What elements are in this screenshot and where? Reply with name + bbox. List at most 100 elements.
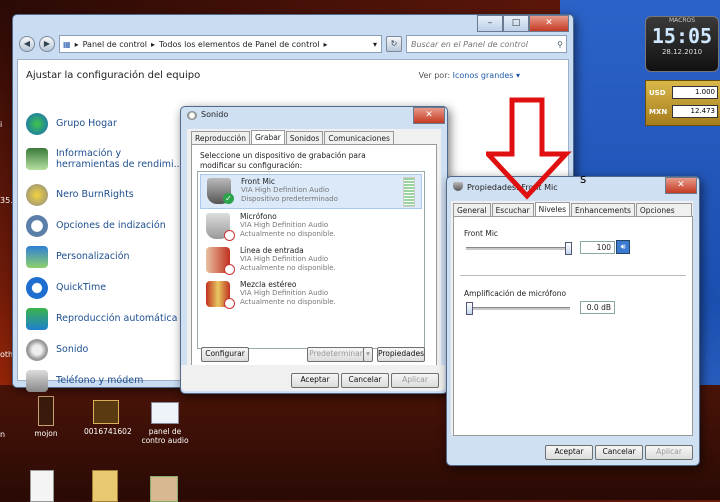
- view-value[interactable]: Iconos grandes: [453, 71, 514, 80]
- dialog-title: Sonido: [201, 110, 229, 119]
- archive-icon[interactable]: [150, 476, 178, 502]
- refresh-icon[interactable]: ↻: [386, 36, 402, 52]
- dropdown-icon[interactable]: ▾: [373, 40, 381, 49]
- list-item-telefono[interactable]: Teléfono y módem: [26, 365, 186, 396]
- configure-button[interactable]: Configurar: [201, 347, 249, 362]
- close-button[interactable]: ✕: [529, 15, 569, 32]
- close-button[interactable]: ✕: [413, 107, 445, 124]
- view-selector[interactable]: Ver por: Iconos grandes ▾: [419, 71, 520, 80]
- list-item-label: QuickTime: [56, 282, 107, 293]
- properties-button[interactable]: Propiedades: [377, 347, 425, 362]
- maximize-button[interactable]: □: [503, 15, 529, 32]
- list-item-sonido[interactable]: Sonido: [26, 334, 186, 365]
- device-status: Actualmente no disponible.: [240, 298, 336, 306]
- dialog-body: General Escuchar Niveles Enhancements Op…: [451, 201, 693, 436]
- window-controls: – □ ✕: [477, 15, 569, 32]
- currency-value[interactable]: 1.000: [672, 86, 718, 99]
- set-default-button[interactable]: Predeterminar: [307, 347, 365, 362]
- breadcrumb-item[interactable]: Panel de control: [83, 40, 147, 49]
- left-edge-fragment: i: [0, 120, 3, 129]
- back-button[interactable]: ◀: [19, 36, 35, 52]
- ok-button[interactable]: Aceptar: [291, 373, 339, 388]
- minimize-button[interactable]: –: [477, 15, 503, 32]
- currency-gadget[interactable]: USD 1.000 MXN 12.473: [645, 80, 720, 126]
- window-controls: ✕: [665, 177, 697, 194]
- clock-gadget[interactable]: MACROS 15:05 28.12.2010: [645, 16, 719, 72]
- ok-button[interactable]: Aceptar: [545, 445, 593, 460]
- close-button[interactable]: ✕: [665, 177, 697, 194]
- device-driver: VIA High Definition Audio: [240, 221, 329, 229]
- forward-button[interactable]: ▶: [39, 36, 55, 52]
- homegroup-icon: [26, 112, 48, 135]
- speaker-icon[interactable]: 🔊︎: [616, 240, 630, 254]
- currency-code: USD: [649, 88, 666, 97]
- desktop-icon-label: panel de contro audio: [141, 427, 189, 445]
- list-item-nero[interactable]: Nero BurnRights: [26, 179, 186, 210]
- boost-track[interactable]: [466, 307, 570, 310]
- sound-dialog[interactable]: Sonido ✕ Reproducción Grabar Sonidos Com…: [180, 106, 448, 394]
- apply-button[interactable]: Aplicar: [391, 373, 439, 388]
- address-row: ◀ ▶ ▦ ▸ Panel de control ▸ Todos los ele…: [19, 35, 567, 53]
- document-icon: [151, 402, 179, 424]
- front-mic-track[interactable]: [466, 247, 570, 250]
- list-item-quicktime[interactable]: QuickTime: [26, 272, 186, 303]
- currency-row: MXN 12.473: [649, 104, 718, 119]
- apply-button[interactable]: Aplicar: [645, 445, 693, 460]
- list-item-label: Teléfono y módem: [56, 375, 144, 386]
- breadcrumb-separator: ▸: [74, 39, 79, 49]
- device-status: Actualmente no disponible.: [240, 230, 336, 238]
- list-item-grupo-hogar[interactable]: Grupo Hogar: [26, 108, 186, 139]
- boost-value[interactable]: 0.0 dB: [580, 301, 615, 314]
- list-item-rendimiento[interactable]: Información y herramientas de rendimi...: [26, 139, 186, 179]
- currency-code: MXN: [649, 107, 668, 116]
- unavailable-icon: [224, 298, 235, 309]
- list-item-linea-entrada[interactable]: Línea de entrada VIA High Definition Aud…: [200, 244, 420, 277]
- cancel-button[interactable]: Cancelar: [595, 445, 643, 460]
- search-icon: ⚲: [557, 39, 563, 49]
- tab-sonidos[interactable]: Sonidos: [285, 131, 324, 145]
- device-list: ✓ Front Mic VIA High Definition Audio Di…: [197, 171, 425, 349]
- personalization-icon: [26, 245, 48, 268]
- boost-slider[interactable]: [466, 302, 473, 315]
- tab-reproduccion[interactable]: Reproducción: [191, 131, 250, 145]
- list-item-reproduccion[interactable]: Reproducción automática: [26, 303, 186, 334]
- desktop-icon-panel-audio[interactable]: panel de contro audio: [136, 402, 194, 445]
- desktop-icon-mojon[interactable]: mojon: [28, 396, 64, 438]
- list-item-indizacion[interactable]: Opciones de indización: [26, 210, 186, 241]
- list-item-front-mic[interactable]: ✓ Front Mic VIA High Definition Audio Di…: [200, 174, 422, 209]
- list-item-label: Personalización: [56, 251, 130, 262]
- window-controls: ✕: [413, 107, 445, 124]
- red-arrow-annotation: [486, 97, 572, 200]
- set-default-dropdown[interactable]: ▾: [363, 347, 373, 362]
- front-mic-slider[interactable]: [565, 242, 572, 255]
- list-item-label: Información y herramientas de rendimi...: [56, 148, 183, 170]
- folder-icon[interactable]: [92, 470, 118, 502]
- microphone-icon: [453, 182, 463, 191]
- chevron-down-icon: ▾: [515, 71, 520, 80]
- unavailable-icon: [224, 264, 235, 275]
- desktop-icon-file[interactable]: 0016741602: [84, 400, 132, 436]
- address-bar[interactable]: ▦ ▸ Panel de control ▸ Todos los element…: [59, 35, 382, 53]
- search-input[interactable]: Buscar en el Panel de control ⚲: [406, 35, 567, 53]
- list-item-personalizacion[interactable]: Personalización: [26, 241, 186, 272]
- tab-comunicaciones[interactable]: Comunicaciones: [324, 131, 394, 145]
- tab-grabar[interactable]: Grabar: [250, 130, 285, 144]
- currency-value[interactable]: 12.473: [672, 105, 718, 118]
- list-item-label: Opciones de indización: [56, 220, 166, 231]
- device-status: Dispositivo predeterminado: [241, 195, 338, 203]
- instruction-text: Seleccione un dispositivo de grabación p…: [200, 151, 366, 170]
- device-info: Micrófono VIA High Definition Audio Actu…: [240, 212, 336, 239]
- device-name: Línea de entrada: [240, 246, 304, 255]
- properties-dialog[interactable]: Propiedades: Front Mic ✕ General Escucha…: [446, 176, 700, 466]
- list-item-mezcla-estereo[interactable]: Mezcla estéreo VIA High Definition Audio…: [200, 278, 420, 311]
- currency-row: USD 1.000: [649, 85, 718, 100]
- unavailable-icon: [224, 230, 235, 241]
- media-file-icon: [93, 400, 119, 424]
- breadcrumb-item[interactable]: Todos los elementos de Panel de control: [159, 40, 319, 49]
- left-edge-fragment: n: [0, 430, 6, 439]
- cancel-button[interactable]: Cancelar: [341, 373, 389, 388]
- list-item-label: Sonido: [56, 344, 89, 355]
- pdf-file-icon[interactable]: [30, 470, 54, 502]
- front-mic-value[interactable]: 100: [580, 241, 615, 254]
- list-item-microfono[interactable]: Micrófono VIA High Definition Audio Actu…: [200, 210, 420, 243]
